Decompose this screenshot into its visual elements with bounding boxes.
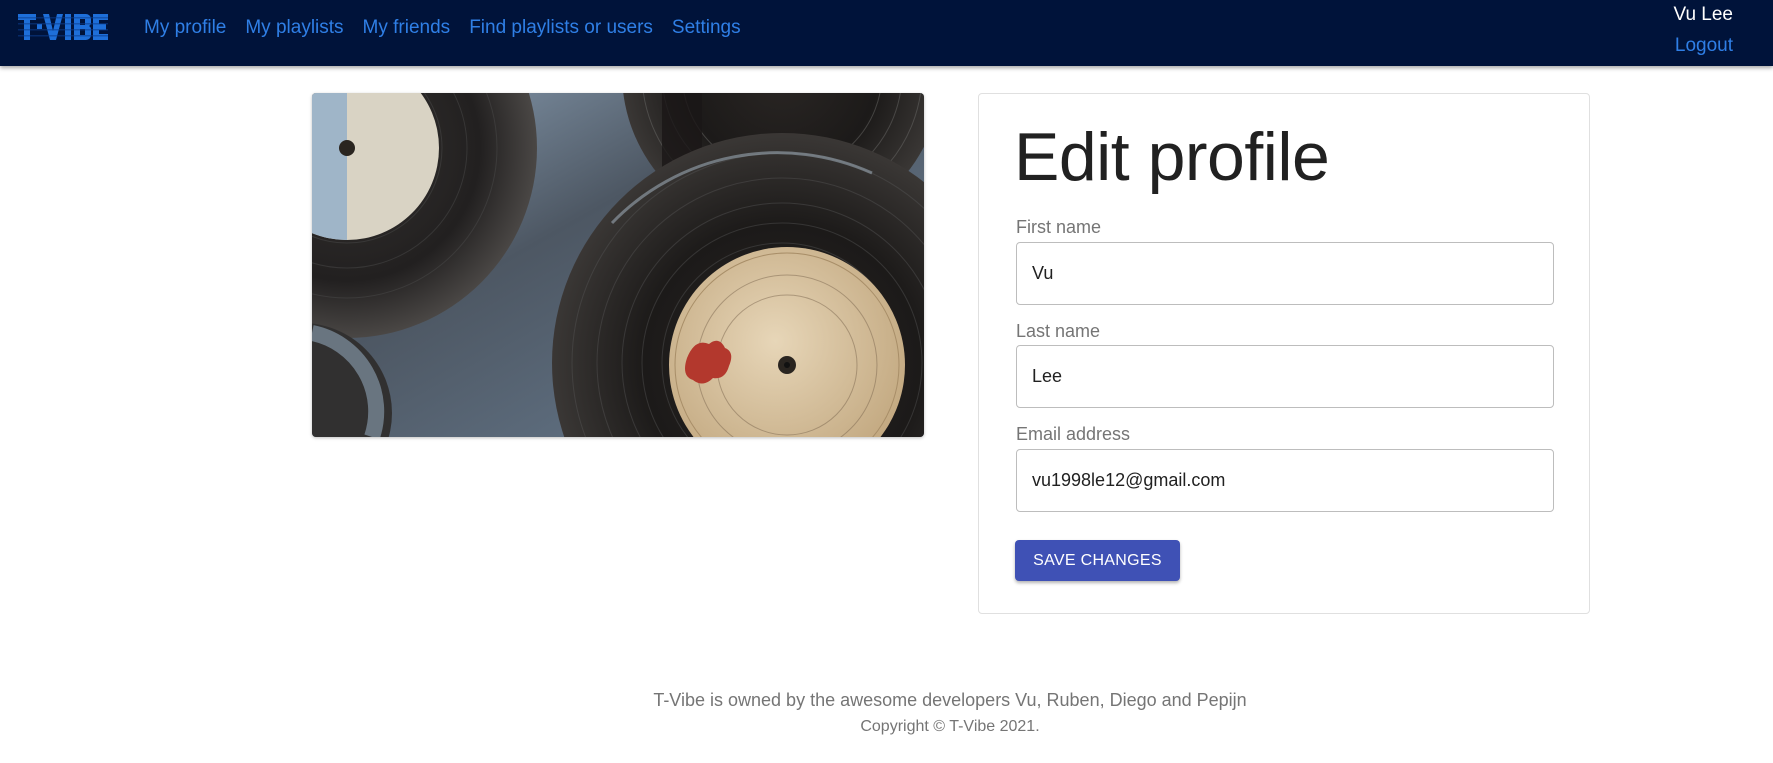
nav-settings[interactable]: Settings — [672, 16, 741, 40]
t-vibe-logo[interactable] — [18, 14, 108, 40]
vinyl-records-image — [312, 93, 924, 437]
page-title: Edit profile — [1014, 119, 1330, 195]
footer-copyright: Copyright © T-Vibe 2021. — [860, 718, 1040, 735]
last-name-input[interactable] — [1016, 345, 1554, 408]
save-changes-button[interactable]: SAVE CHANGES — [1015, 540, 1180, 581]
nav-my-playlists[interactable]: My playlists — [245, 16, 343, 40]
last-name-label: Last name — [1016, 321, 1101, 341]
edit-profile-card: Edit profile First name Last name Email … — [978, 93, 1590, 614]
email-input[interactable] — [1016, 449, 1554, 512]
vinyl-records-illustration — [312, 93, 924, 437]
top-navbar: My profile My playlists My friends Find … — [0, 0, 1773, 66]
nav-find-playlists-or-users[interactable]: Find playlists or users — [469, 16, 653, 40]
nav-links: My profile My playlists My friends Find … — [144, 16, 760, 40]
nav-my-friends[interactable]: My friends — [363, 16, 451, 40]
user-name: Vu Lee — [1673, 4, 1733, 25]
email-label: Email address — [1016, 424, 1131, 444]
footer-text: T-Vibe is owned by the awesome developer… — [653, 690, 1247, 710]
logout-link[interactable]: Logout — [1613, 34, 1733, 58]
first-name-label: First name — [1016, 217, 1102, 237]
nav-my-profile[interactable]: My profile — [144, 16, 226, 40]
user-menu: Vu Lee Logout — [1613, 3, 1733, 58]
first-name-input[interactable] — [1016, 242, 1554, 305]
